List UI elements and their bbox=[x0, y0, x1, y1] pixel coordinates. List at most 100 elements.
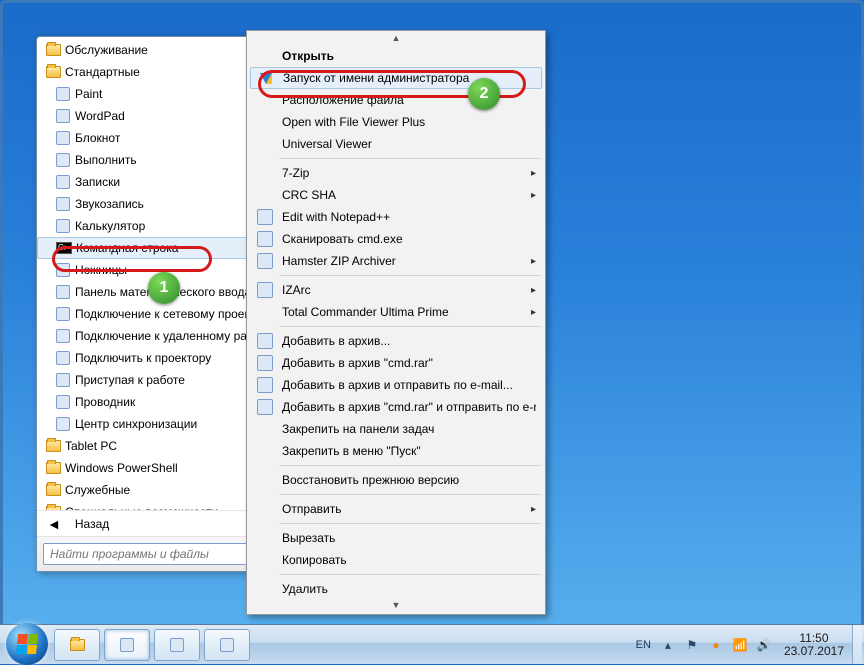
context-menu-item[interactable]: Восстановить прежнюю версию bbox=[250, 469, 542, 491]
network-icon[interactable]: 📶 bbox=[731, 636, 749, 654]
context-menu-label: Копировать bbox=[282, 553, 536, 567]
context-menu-item[interactable]: Открыть bbox=[250, 45, 542, 67]
context-menu-label: Total Commander Ultima Prime bbox=[282, 305, 536, 319]
blank-icon bbox=[254, 113, 276, 131]
context-menu-item[interactable]: CRC SHA bbox=[250, 184, 542, 206]
menu-separator bbox=[279, 465, 541, 466]
folder-icon bbox=[45, 460, 61, 476]
program-label: Paint bbox=[75, 87, 102, 101]
context-menu-item[interactable]: Добавить в архив "cmd.rar" bbox=[250, 352, 542, 374]
back-button[interactable]: ◄ Назад bbox=[37, 510, 263, 536]
program-label: Подключение к сетевому проектору bbox=[75, 307, 263, 321]
program-item[interactable]: Подключение к удаленному рабочему столу bbox=[37, 325, 263, 347]
program-label: Блокнот bbox=[75, 131, 120, 145]
program-label: Записки bbox=[75, 175, 120, 189]
taskbar-button-app1[interactable] bbox=[104, 629, 150, 661]
clock-time: 11:50 bbox=[799, 632, 828, 645]
blank-icon bbox=[254, 135, 276, 153]
annotation-badge-2: 2 bbox=[468, 78, 500, 110]
context-menu-item[interactable]: Закрепить в меню "Пуск" bbox=[250, 440, 542, 462]
clock[interactable]: 11:50 23.07.2017 bbox=[776, 632, 852, 658]
context-menu-item[interactable]: Добавить в архив... bbox=[250, 330, 542, 352]
blank-icon bbox=[254, 500, 276, 518]
taskbar-button-app2[interactable] bbox=[154, 629, 200, 661]
search-row bbox=[37, 536, 263, 571]
program-label: Калькулятор bbox=[75, 219, 145, 233]
blank-icon bbox=[254, 91, 276, 109]
annotation-badge-1: 1 bbox=[148, 272, 180, 304]
program-item[interactable]: Обслуживание bbox=[37, 39, 263, 61]
context-menu-item[interactable]: Добавить в архив и отправить по e-mail..… bbox=[250, 374, 542, 396]
app-icon bbox=[55, 416, 71, 432]
context-menu-label: CRC SHA bbox=[282, 188, 536, 202]
tray-up-icon[interactable]: ▴ bbox=[659, 636, 677, 654]
program-item[interactable]: Центр синхронизации bbox=[37, 413, 263, 435]
blank-icon bbox=[254, 164, 276, 182]
context-menu-item[interactable]: Hamster ZIP Archiver bbox=[250, 250, 542, 272]
context-menu-label: Добавить в архив... bbox=[282, 334, 536, 348]
context-menu-item[interactable]: Добавить в архив "cmd.rar" и отправить п… bbox=[250, 396, 542, 418]
antivirus-icon[interactable]: ● bbox=[707, 636, 725, 654]
app-icon bbox=[170, 638, 184, 652]
context-menu-item[interactable]: Удалить bbox=[250, 578, 542, 600]
context-menu-label: Открыть bbox=[282, 49, 536, 63]
program-item[interactable]: Блокнот bbox=[37, 127, 263, 149]
program-item[interactable]: Специальные возможности bbox=[37, 501, 263, 510]
program-label: Подключение к удаленному рабочему столу bbox=[75, 329, 263, 343]
context-menu-item[interactable]: Edit with Notepad++ bbox=[250, 206, 542, 228]
action-center-icon[interactable]: ⚑ bbox=[683, 636, 701, 654]
context-menu-label: Отправить bbox=[282, 502, 536, 516]
program-label: Звукозапись bbox=[75, 197, 144, 211]
context-menu-label: Open with File Viewer Plus bbox=[282, 115, 536, 129]
context-menu-item[interactable]: Total Commander Ultima Prime bbox=[250, 301, 542, 323]
program-item[interactable]: C:Командная строка bbox=[37, 237, 263, 259]
context-menu-item[interactable]: Сканировать cmd.exe bbox=[250, 228, 542, 250]
context-menu-item[interactable]: Open with File Viewer Plus bbox=[250, 111, 542, 133]
menu-separator bbox=[279, 326, 541, 327]
programs-list: ОбслуживаниеСтандартные Paint WordPad Блокн… bbox=[37, 37, 263, 510]
program-item[interactable]: Приступая к работе bbox=[37, 369, 263, 391]
program-item[interactable]: Калькулятор bbox=[37, 215, 263, 237]
program-item[interactable]: Стандартные bbox=[37, 61, 263, 83]
search-input[interactable] bbox=[43, 543, 257, 565]
volume-icon[interactable]: 🔊 bbox=[755, 636, 773, 654]
system-tray: EN ▴ ⚑ ● 📶 🔊 11:50 23.07.2017 bbox=[629, 625, 864, 664]
context-menu-item[interactable]: Вырезать bbox=[250, 527, 542, 549]
windows-logo-icon bbox=[16, 634, 38, 654]
start-button[interactable] bbox=[6, 623, 48, 665]
app-icon bbox=[254, 376, 276, 394]
taskbar-button-explorer[interactable] bbox=[54, 629, 100, 661]
app-icon bbox=[55, 218, 71, 234]
program-item[interactable]: Записки bbox=[37, 171, 263, 193]
program-item[interactable]: Tablet PC bbox=[37, 435, 263, 457]
program-item[interactable]: Windows PowerShell bbox=[37, 457, 263, 479]
program-item[interactable]: Подключить к проектору bbox=[37, 347, 263, 369]
context-menu-item[interactable]: Копировать bbox=[250, 549, 542, 571]
context-menu-item[interactable]: Universal Viewer bbox=[250, 133, 542, 155]
program-item[interactable]: Проводник bbox=[37, 391, 263, 413]
context-menu-item[interactable]: Отправить bbox=[250, 498, 542, 520]
program-item[interactable]: Paint bbox=[37, 83, 263, 105]
program-item[interactable]: WordPad bbox=[37, 105, 263, 127]
back-label: Назад bbox=[75, 517, 109, 531]
language-indicator[interactable]: EN bbox=[631, 638, 656, 652]
show-desktop-button[interactable] bbox=[852, 625, 862, 664]
context-menu-item[interactable]: Закрепить на панели задач bbox=[250, 418, 542, 440]
program-item[interactable]: Подключение к сетевому проектору bbox=[37, 303, 263, 325]
program-label: Центр синхронизации bbox=[75, 417, 197, 431]
context-menu-item[interactable]: 7-Zip bbox=[250, 162, 542, 184]
program-label: Приступая к работе bbox=[75, 373, 185, 387]
app-icon bbox=[254, 230, 276, 248]
taskbar-button-app3[interactable] bbox=[204, 629, 250, 661]
program-item[interactable]: Служебные bbox=[37, 479, 263, 501]
blank-icon bbox=[254, 47, 276, 65]
context-menu-item[interactable]: IZArc bbox=[250, 279, 542, 301]
program-item[interactable]: Звукозапись bbox=[37, 193, 263, 215]
scroll-up-arrow[interactable]: ▲ bbox=[249, 33, 543, 45]
app-icon bbox=[55, 328, 71, 344]
scroll-down-arrow[interactable]: ▼ bbox=[249, 600, 543, 612]
blank-icon bbox=[254, 580, 276, 598]
program-item[interactable]: Выполнить bbox=[37, 149, 263, 171]
shield-icon bbox=[255, 69, 277, 87]
context-menu-label: Добавить в архив "cmd.rar" bbox=[282, 356, 536, 370]
